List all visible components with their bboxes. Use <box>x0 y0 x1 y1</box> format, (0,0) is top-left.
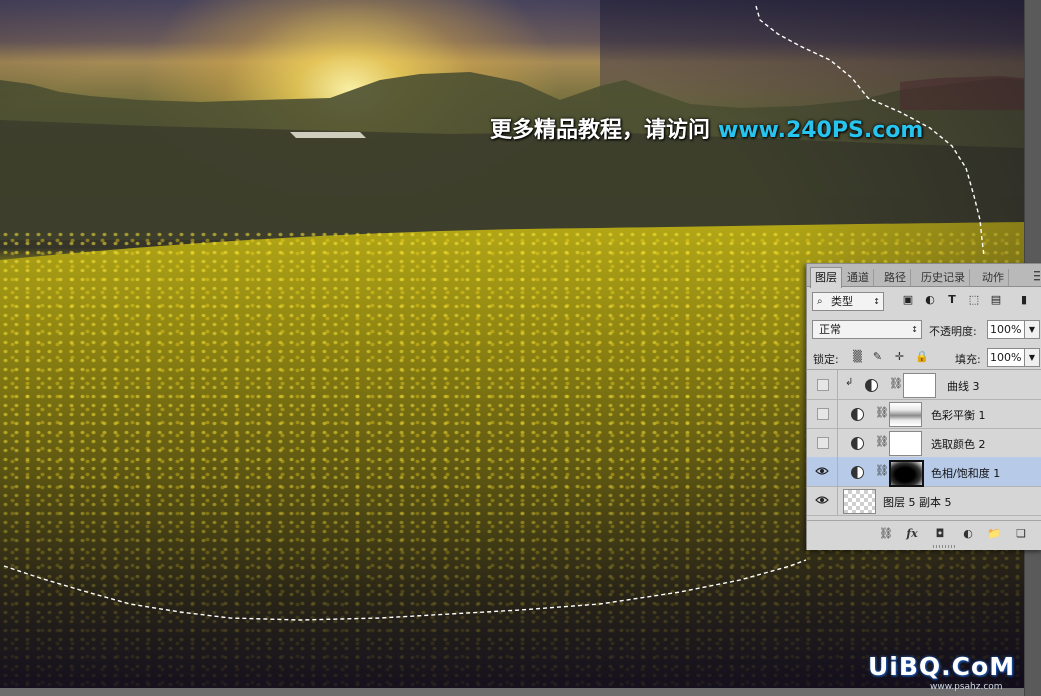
adjustment-filter-icon[interactable]: ◐ <box>923 293 937 307</box>
add-mask-icon[interactable]: ◘ <box>933 527 947 541</box>
smart-object-filter-icon[interactable]: ▤ <box>989 293 1003 307</box>
site-logo-watermark: UiBQ.CoM <box>868 652 1016 681</box>
opacity-dropdown-icon[interactable]: ▼ <box>1024 320 1040 339</box>
lock-transparent-icon[interactable]: ▒ <box>851 350 864 363</box>
search-icon: ⌕ <box>817 296 823 307</box>
blend-mode-value: 正常 <box>819 323 841 336</box>
tab-paths[interactable]: 路径 <box>880 269 911 286</box>
tab-layers[interactable]: 图层 <box>810 267 842 288</box>
fx-icon[interactable]: fx <box>905 527 919 541</box>
adjustment-layer-icon <box>865 379 878 392</box>
tab-actions[interactable]: 动作 <box>978 269 1009 286</box>
hidden-box-icon <box>817 379 829 391</box>
visibility-toggle[interactable] <box>807 428 838 457</box>
lock-row: 锁定: ▒ ✎ ✛ 🔒 填充: 100% ▼ <box>807 345 1041 370</box>
fill-dropdown-icon[interactable]: ▼ <box>1024 348 1040 367</box>
layer-mask-thumbnail[interactable] <box>889 460 924 487</box>
filter-toggle-icon[interactable]: ▮ <box>1017 293 1031 307</box>
layer-row-selected[interactable]: ⛓ 色相/饱和度 1 <box>807 457 1041 487</box>
link-layers-icon[interactable]: ⛓ <box>879 527 893 541</box>
layers-panel: 图层 通道 路径 历史记录 动作 ⌕ 类型 ↕ ▣ ◐ T ⬚ ▤ ▮ 正常 ↕… <box>806 263 1041 550</box>
tab-channels[interactable]: 通道 <box>843 269 874 286</box>
tutorial-watermark: 更多精品教程，请访问 www.240PS.com <box>490 112 923 144</box>
fill-input[interactable]: 100% <box>987 348 1025 367</box>
layer-mask-thumbnail[interactable] <box>889 431 922 456</box>
filter-kind-select[interactable]: ⌕ 类型 ↕ <box>812 292 884 311</box>
layer-row[interactable]: 图层 5 副本 5 <box>807 486 1041 516</box>
filter-row: ⌕ 类型 ↕ ▣ ◐ T ⬚ ▤ ▮ <box>807 289 1041 313</box>
adjustment-layer-icon <box>851 408 864 421</box>
site-sub-watermark: www.psahz.com <box>930 682 1003 692</box>
hidden-box-icon <box>817 408 829 420</box>
lock-label: 锁定: <box>813 353 839 366</box>
filter-kind-label: 类型 <box>831 295 853 308</box>
layer-thumbnail[interactable] <box>843 489 876 514</box>
tab-history[interactable]: 历史记录 <box>917 269 970 286</box>
adjustment-layer-icon <box>851 466 864 479</box>
opacity-label: 不透明度: <box>929 325 977 338</box>
layer-name[interactable]: 选取颜色 2 <box>931 436 986 452</box>
clipping-arrow-icon: ↲ <box>845 377 854 388</box>
layer-row[interactable]: ⛓ 选取颜色 2 <box>807 428 1041 458</box>
layer-list: ↲ ⛓ 曲线 3 ⛓ 色彩平衡 1 ⛓ 选取颜色 2 ⛓ 色相/饱和度 1 图层… <box>807 370 1041 518</box>
layer-name[interactable]: 曲线 3 <box>947 378 980 394</box>
link-chain-icon[interactable]: ⛓ <box>875 435 889 448</box>
new-group-icon[interactable]: 📁 <box>987 527 1001 541</box>
shape-filter-icon[interactable]: ⬚ <box>967 293 981 307</box>
new-adjustment-icon[interactable]: ◐ <box>961 527 975 541</box>
layer-name[interactable]: 色相/饱和度 1 <box>931 465 1000 481</box>
layer-mask-thumbnail[interactable] <box>903 373 936 398</box>
eye-icon <box>815 467 829 475</box>
adjustment-layer-icon <box>851 437 864 450</box>
visibility-toggle[interactable] <box>807 457 838 486</box>
layer-name[interactable]: 色彩平衡 1 <box>931 407 986 423</box>
blend-row: 正常 ↕ 不透明度: 100% ▼ <box>807 317 1041 341</box>
type-filter-icon[interactable]: T <box>945 293 959 307</box>
blend-mode-select[interactable]: 正常 ↕ <box>812 320 922 339</box>
visibility-toggle[interactable] <box>807 399 838 428</box>
lock-position-icon[interactable]: ✛ <box>893 350 906 363</box>
hidden-box-icon <box>817 437 829 449</box>
lock-image-icon[interactable]: ✎ <box>871 350 884 363</box>
new-layer-icon[interactable]: ❏ <box>1014 527 1028 541</box>
select-arrows-icon: ↕ <box>873 297 880 306</box>
layer-mask-thumbnail[interactable] <box>889 402 922 427</box>
eye-icon <box>815 496 829 504</box>
layer-name[interactable]: 图层 5 副本 5 <box>883 494 952 510</box>
watermark-text: 更多精品教程，请访问 <box>490 118 711 143</box>
lock-all-icon[interactable]: 🔒 <box>915 350 929 363</box>
panel-menu-icon[interactable] <box>1034 270 1040 282</box>
panel-tabs: 图层 通道 路径 历史记录 动作 <box>807 264 1041 288</box>
layer-row[interactable]: ↲ ⛓ 曲线 3 <box>807 370 1041 400</box>
layer-row[interactable]: ⛓ 色彩平衡 1 <box>807 399 1041 429</box>
opacity-input[interactable]: 100% <box>987 320 1025 339</box>
link-chain-icon[interactable]: ⛓ <box>875 406 889 419</box>
fill-label: 填充: <box>955 353 981 366</box>
link-chain-icon[interactable]: ⛓ <box>889 377 903 390</box>
visibility-toggle[interactable] <box>807 486 838 515</box>
resize-grip[interactable] <box>933 545 955 548</box>
link-chain-icon[interactable]: ⛓ <box>875 464 889 477</box>
visibility-toggle[interactable] <box>807 370 838 399</box>
pixel-filter-icon[interactable]: ▣ <box>901 293 915 307</box>
panel-footer: ⛓ fx ◘ ◐ 📁 ❏ <box>807 520 1041 550</box>
watermark-url: www.240PS.com <box>718 118 924 143</box>
select-arrows-icon: ↕ <box>911 325 918 334</box>
